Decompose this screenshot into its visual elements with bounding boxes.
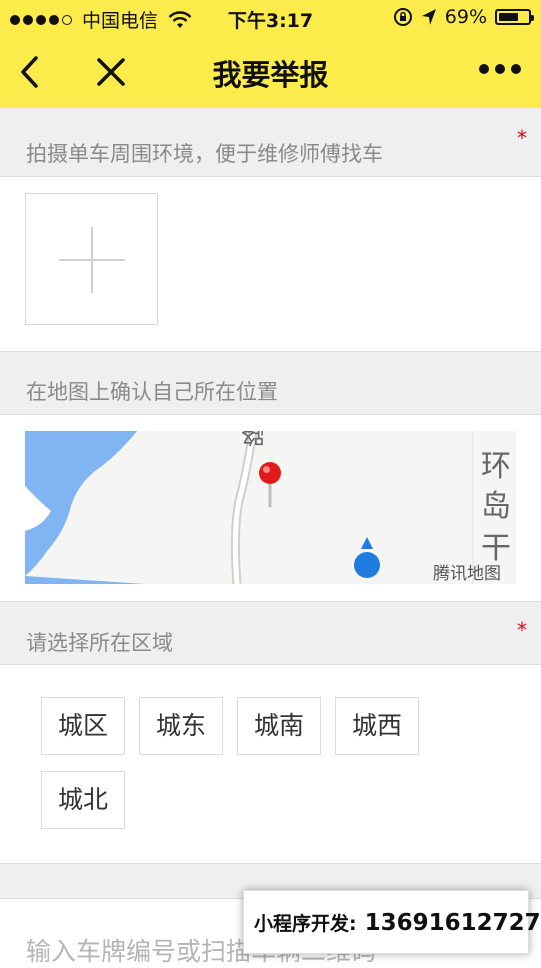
region-option-chengqu[interactable]: 城区	[41, 697, 125, 755]
region-section-header: 请选择所在区域 *	[0, 601, 541, 665]
plus-icon-vertical	[91, 227, 93, 293]
status-bar: 中国电信 下午3:17 69%	[0, 0, 541, 34]
battery-icon	[495, 9, 534, 25]
location-arrow-icon	[421, 9, 436, 25]
photo-section-label: 拍摄单车周围环境，便于维修师傅找车	[26, 142, 383, 166]
region-section-label: 请选择所在区域	[26, 631, 173, 655]
photo-section-header: 拍摄单车周围环境，便于维修师傅找车 *	[0, 108, 541, 177]
road-label: 路	[241, 431, 265, 448]
map-watermark: 腾讯地图	[433, 564, 501, 584]
location-pin-icon	[259, 462, 281, 507]
more-icon[interactable]	[479, 64, 521, 74]
required-mark: *	[517, 618, 527, 642]
location-map[interactable]: 路 环 岛 干 腾讯地图	[25, 431, 516, 584]
rotation-lock-icon	[393, 8, 412, 26]
current-location-icon	[354, 537, 380, 578]
region-option-chengdong[interactable]: 城东	[139, 697, 223, 755]
region-option-chengxi[interactable]: 城西	[335, 697, 419, 755]
map-section-header: 在地图上确认自己所在位置	[0, 351, 541, 415]
developer-contact-badge: 小程序开发: 13691612727	[243, 890, 541, 954]
region-option-chengbei[interactable]: 城北	[41, 771, 125, 829]
developer-label: 小程序开发:	[254, 913, 357, 935]
road-label: 岛	[481, 489, 511, 524]
battery-percent: 69%	[444, 6, 487, 28]
page-title: 我要举报	[212, 58, 329, 92]
map-section-label: 在地图上确认自己所在位置	[26, 380, 278, 404]
region-option-chengnan[interactable]: 城南	[237, 697, 321, 755]
road-label: 环	[481, 449, 511, 484]
developer-phone: 13691612727	[364, 910, 541, 936]
navigation-bar: 我要举报	[0, 34, 541, 108]
status-bar-right: 69%	[393, 6, 534, 28]
add-photo-button[interactable]	[25, 193, 158, 325]
required-mark: *	[517, 126, 527, 150]
